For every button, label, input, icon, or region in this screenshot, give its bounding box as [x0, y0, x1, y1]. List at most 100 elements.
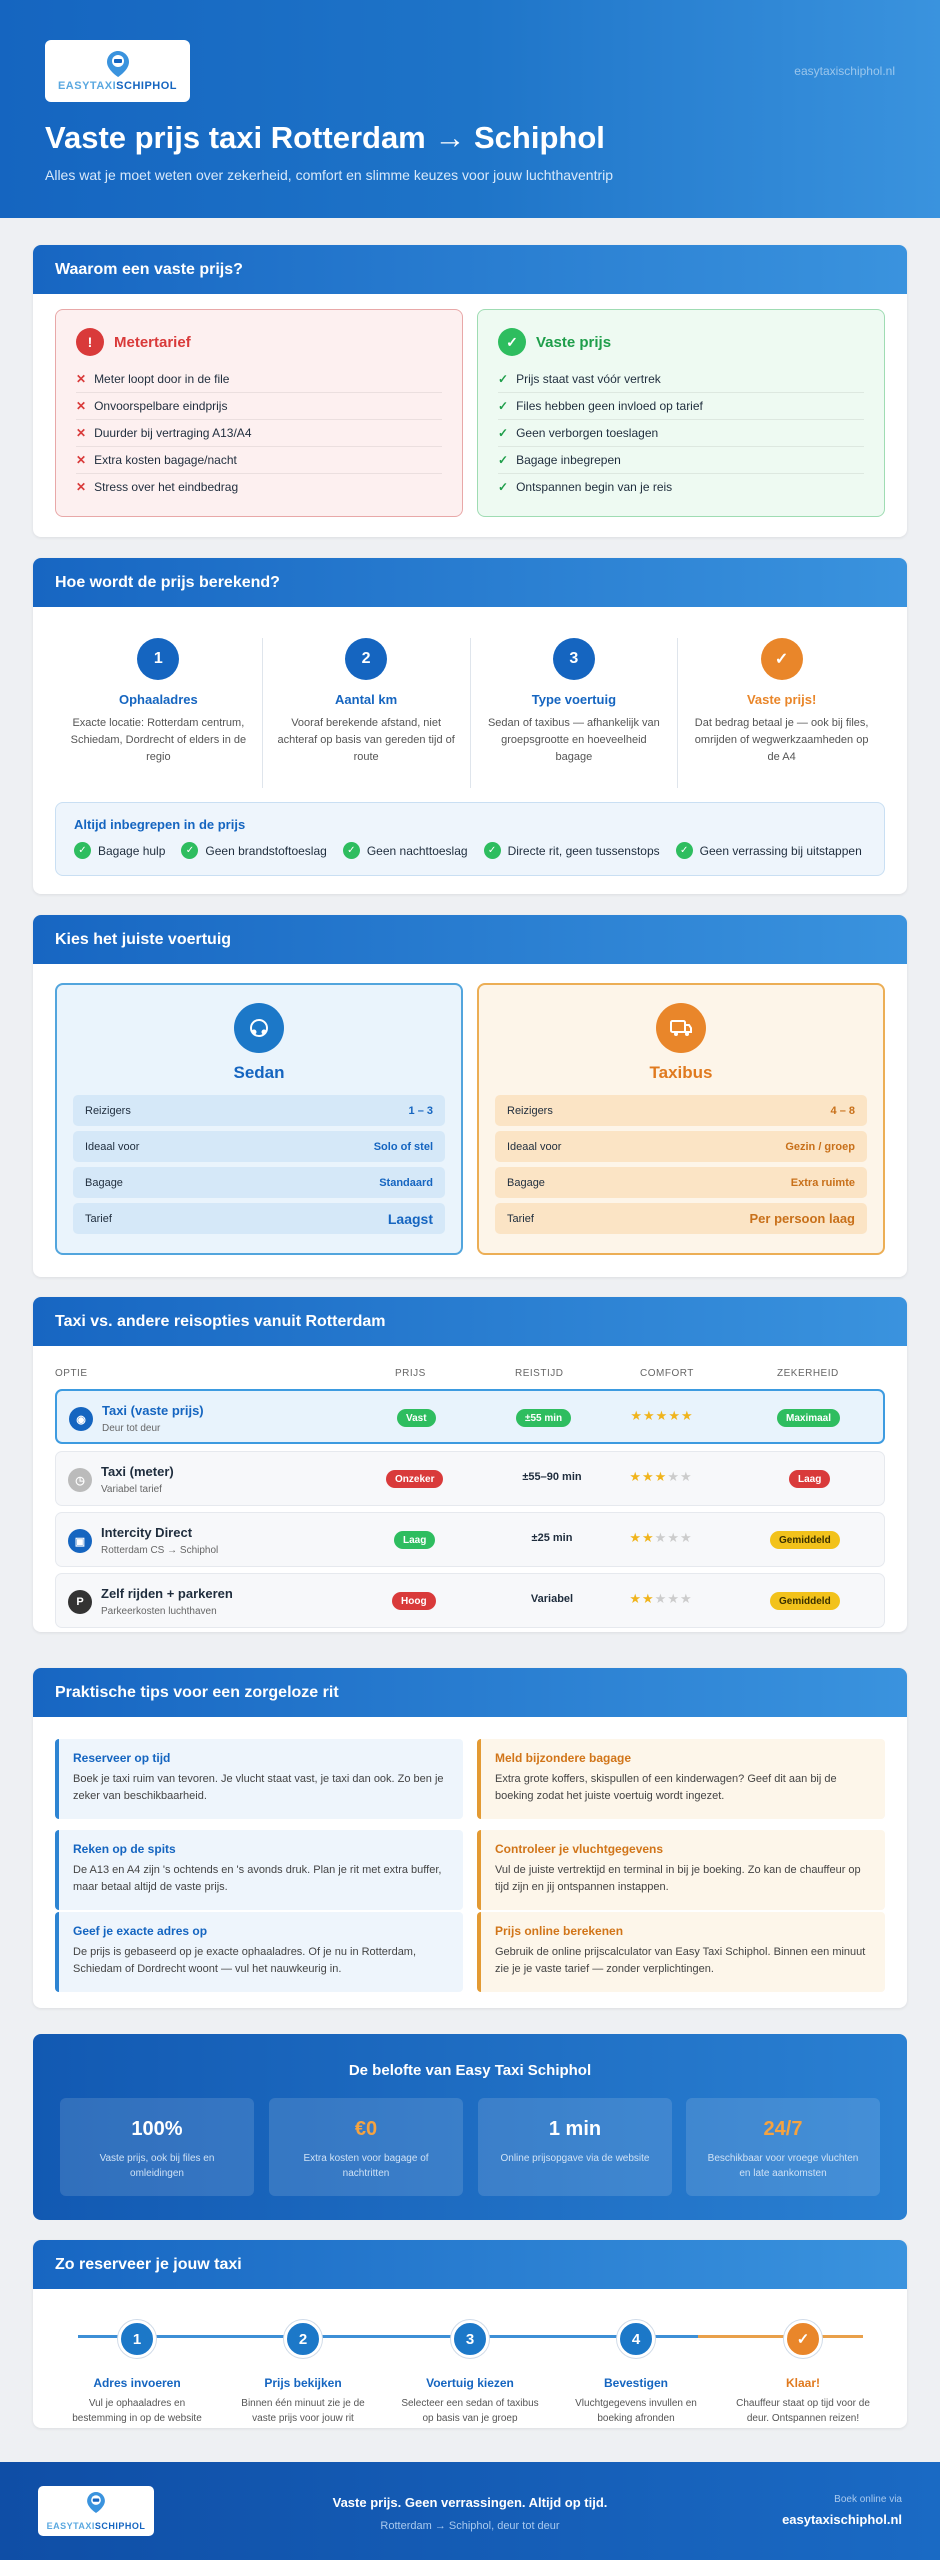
fixed-price-box: ✓ Vaste prijs ✓ Prijs staat vast vóór ver…: [477, 309, 885, 517]
list-item: Meter loopt door in de file: [94, 372, 230, 386]
calc-step: 3 Type voertuig Sedan of taxibus — afhan…: [471, 638, 679, 788]
check-icon: ✓: [498, 399, 509, 413]
included-item: ✓ Directe rit, geen tussenstops: [483, 842, 660, 859]
reserve-step: 1 Adres invoeren Vul je ophaaladres en b…: [62, 2320, 212, 2426]
reserve-step: 3 Voertuig kiezen Selecteer een sedan of…: [395, 2320, 545, 2426]
vehicle-row: Tarief Laagst: [73, 1203, 445, 1234]
promise-section: De belofte van Easy Taxi Schiphol 100% V…: [33, 2034, 907, 2220]
comfort-stars: ★★★★★: [629, 1530, 693, 1545]
tip-card: Prijs online berekenen Gebruik de online…: [477, 1912, 885, 1992]
tips-section: Praktische tips voor een zorgeloze rit R…: [33, 1668, 907, 2008]
step-desc: Exacte locatie: Rotterdam centrum, Schie…: [70, 717, 247, 763]
car-icon: [234, 1003, 284, 1053]
promise-item: 24/7 Beschikbaar voor vroege vluchten en…: [686, 2098, 880, 2196]
step-title: Aantal km: [335, 692, 398, 707]
header-url[interactable]: easytaxischiphol.nl: [794, 64, 895, 78]
check-icon: ✓: [181, 842, 199, 859]
section-heading: Kies het juiste voertuig: [33, 915, 907, 964]
table-row[interactable]: ◉ Taxi (vaste prijs) Deur tot deur Vast …: [55, 1389, 885, 1444]
promise-item: 1 min Online prijsopgave via de website: [478, 2098, 672, 2196]
check-icon: ✓: [760, 638, 803, 680]
price-badge: Laag: [394, 1531, 436, 1549]
included-item: ✓ Geen brandstoftoeslag: [181, 842, 327, 859]
page-title: Vaste prijs taxi Rotterdam → Schiphol: [45, 120, 605, 155]
hero-header: EASYTAXISCHIPHOL easytaxischiphol.nl Vas…: [0, 0, 940, 218]
price-badge: Onzeker: [386, 1470, 444, 1488]
why-fixed-price-section: Waarom een vaste prijs? ! Metertarief ✕ M…: [33, 245, 907, 537]
section-heading: Zo reserveer je jouw taxi: [33, 2240, 907, 2289]
comfort-stars: ★★★★★: [629, 1469, 693, 1484]
meter-icon: ◷: [68, 1468, 92, 1492]
list-item: Extra kosten bagage/nacht: [94, 453, 237, 467]
vehicle-name: Sedan: [233, 1063, 285, 1082]
footer-url-link[interactable]: easytaxischiphol.nl: [782, 2512, 902, 2527]
check-icon: ✓: [74, 842, 91, 859]
step-desc: Sedan of taxibus — afhankelijk van groep…: [487, 717, 660, 763]
table-row[interactable]: ◷ Taxi (meter) Variabel tarief Onzeker ±…: [55, 1451, 885, 1506]
check-icon: ✓: [784, 2320, 822, 2358]
vehicle-row: Ideaal voor Solo of stel: [73, 1131, 445, 1162]
step-desc: Vooraf berekende afstand, niet achteraf …: [277, 717, 455, 763]
included-box: Altijd inbegrepen in de prijs ✓ Bagage hu…: [55, 802, 885, 876]
check-icon: ✓: [483, 842, 501, 859]
table-header: OPTIE PRIJS REISTIJD COMFORT ZEKERHEID: [55, 1368, 839, 1379]
calc-step: ✓ Vaste prijs! Dat bedrag betaal je — oo…: [678, 638, 885, 788]
list-item: Geen verborgen toeslagen: [516, 426, 659, 440]
logo-text: EASYTAXISCHIPHOL: [57, 79, 178, 92]
meter-title: Metertarief: [114, 333, 191, 351]
time-value: Variabel: [530, 1593, 574, 1605]
cross-icon: ✕: [76, 480, 87, 494]
section-heading: Waarom een vaste prijs?: [33, 245, 907, 294]
check-icon: ✓: [675, 842, 693, 859]
tip-card: Meld bijzondere bagage Extra grote koffe…: [477, 1739, 885, 1819]
check-icon: ✓: [498, 328, 526, 356]
included-item: ✓ Bagage hulp: [74, 842, 165, 859]
vehicle-row: Bagage Standaard: [73, 1167, 445, 1198]
time-value: ±55–90 min: [522, 1471, 582, 1483]
check-icon: ✓: [498, 453, 509, 467]
tip-card: Reserveer op tijd Boek je taxi ruim van …: [55, 1739, 463, 1819]
reserve-step: 2 Prijs bekijken Binnen één minuut zie j…: [228, 2320, 378, 2426]
parking-icon: P: [68, 1590, 92, 1614]
alert-icon: !: [76, 328, 104, 356]
included-item: ✓ Geen nachttoeslag: [342, 842, 468, 859]
included-title: Altijd inbegrepen in de prijs: [74, 817, 246, 832]
page-subtitle: Alles wat je moet weten over zekerheid, …: [45, 167, 614, 183]
included-item: ✓ Geen verrassing bij uitstappen: [675, 842, 862, 859]
footer-book-label: Boek online via: [834, 2494, 902, 2505]
reserve-step: 4 Bevestigen Vluchtgegevens invullen en …: [561, 2320, 711, 2426]
taxibus-card[interactable]: Taxibus Reizigers 4 – 8 Ideaal voor Gezin …: [477, 983, 885, 1255]
vehicle-row: Ideaal voor Gezin / groep: [495, 1131, 867, 1162]
train-icon: ▣: [68, 1529, 92, 1553]
sedan-card[interactable]: Sedan Reizigers 1 – 3 Ideaal voor Solo of …: [55, 983, 463, 1255]
price-badge: Vast: [397, 1409, 436, 1427]
comfort-stars: ★★★★★: [629, 1591, 693, 1606]
vehicle-row: Bagage Extra ruimte: [495, 1167, 867, 1198]
tip-card: Controleer je vluchtgegevens Vul de juis…: [477, 1830, 885, 1910]
time-value: ±25 min: [531, 1532, 573, 1544]
table-row[interactable]: ▣ Intercity Direct Rotterdam CS → Schiph…: [55, 1512, 885, 1567]
list-item: Files hebben geen invloed op tarief: [516, 399, 703, 413]
section-heading: Praktische tips voor een zorgeloze rit: [33, 1668, 907, 1717]
tip-card: Geef je exacte adres op De prijs is geba…: [55, 1912, 463, 1992]
vehicle-row: Reizigers 4 – 8: [495, 1095, 867, 1126]
vehicle-section: Kies het juiste voertuig Sedan Reizigers…: [33, 915, 907, 1277]
check-icon: ✓: [498, 372, 509, 386]
list-item: Prijs staat vast vóór vertrek: [516, 372, 661, 386]
calc-step: 1 Ophaaladres Exacte locatie: Rotterdam …: [55, 638, 263, 788]
cross-icon: ✕: [76, 372, 87, 386]
location-pin-icon: [106, 50, 129, 77]
footer-tagline: Vaste prijs. Geen verrassingen. Altijd o…: [332, 2495, 608, 2510]
table-row[interactable]: P Zelf rijden + parkeren Parkeerkosten l…: [55, 1573, 885, 1628]
meter-tariff-box: ! Metertarief ✕ Meter loopt door in de fi…: [55, 309, 463, 517]
comparison-section: Taxi vs. andere reisopties vanuit Rotter…: [33, 1297, 907, 1632]
fixed-title: Vaste prijs: [536, 333, 612, 351]
comfort-stars: ★★★★★: [630, 1408, 694, 1423]
logo[interactable]: EASYTAXISCHIPHOL: [45, 40, 190, 102]
step-title: Ophaaladres: [118, 692, 198, 707]
vehicle-row: Reizigers 1 – 3: [73, 1095, 445, 1126]
certainty-badge: Maximaal: [777, 1409, 841, 1427]
section-heading: Hoe wordt de prijs berekend?: [33, 558, 907, 607]
step-number: 1: [137, 638, 180, 680]
step-title: Vaste prijs!: [746, 692, 817, 707]
